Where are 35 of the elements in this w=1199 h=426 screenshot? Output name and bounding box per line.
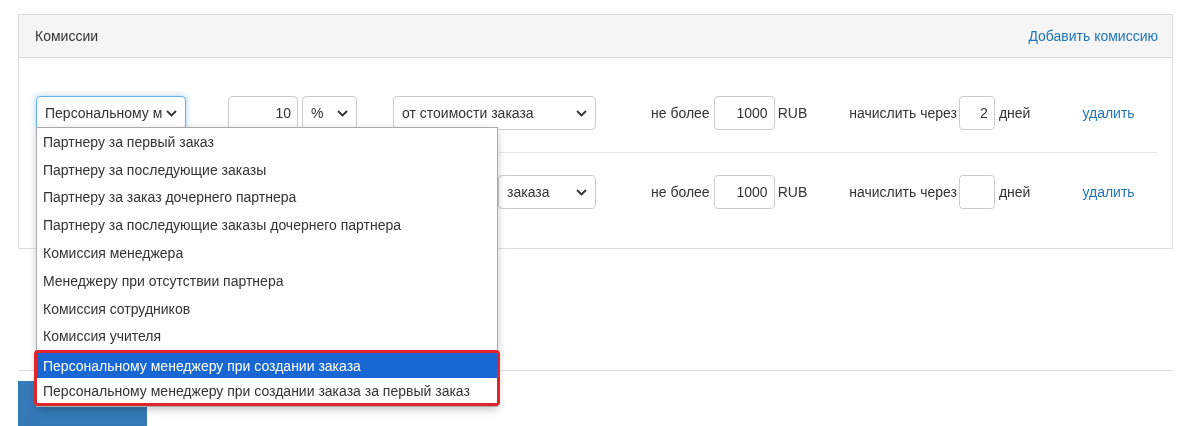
delete-link[interactable]: удалить	[1082, 105, 1135, 121]
limit-input[interactable]: 1000	[713, 175, 775, 209]
days-label: дней	[998, 184, 1031, 200]
delay-input[interactable]: 2	[958, 96, 995, 130]
dropdown-option[interactable]: Комиссия учителя	[37, 322, 497, 351]
chevron-down-icon	[576, 109, 587, 117]
dropdown-option[interactable]: Менеджеру при отсутствии партнера	[37, 267, 497, 295]
dropdown-option[interactable]: Персональному менеджеру при создании заказа	[37, 353, 497, 379]
limit-label: не более	[651, 105, 710, 121]
limit-label: не более	[651, 184, 710, 200]
currency-label: RUB	[777, 105, 808, 121]
delay-label: начислить через	[849, 105, 957, 121]
dropdown-option[interactable]: Партнеру за последующие заказы дочернего партнера	[37, 211, 497, 240]
panel-title: Комиссии	[35, 28, 99, 44]
amount-input[interactable]: 10	[228, 96, 298, 130]
dropdown-option[interactable]: Партнеру за последующие заказы	[37, 155, 497, 184]
days-label: дней	[998, 105, 1031, 121]
basis-select[interactable]: заказа	[498, 175, 596, 209]
delay-input[interactable]	[958, 175, 995, 209]
chevron-down-icon	[337, 109, 348, 117]
dropdown-option[interactable]: Партнеру за заказ дочернего партнера	[37, 183, 497, 212]
unit-select[interactable]: %	[302, 96, 357, 130]
delay-label: начислить через	[849, 184, 957, 200]
delete-link[interactable]: удалить	[1082, 184, 1135, 200]
basis-select[interactable]: от стоимости заказа	[393, 96, 596, 130]
chevron-down-icon	[166, 109, 177, 117]
commission-type-select[interactable]: Персональному м	[36, 96, 186, 130]
dropdown-option[interactable]: Комиссия менеджера	[37, 239, 497, 267]
dropdown-option[interactable]: Комиссия сотрудников	[37, 294, 497, 323]
currency-label: RUB	[777, 184, 808, 200]
add-commission-link[interactable]: Добавить комиссию	[1028, 28, 1158, 44]
chevron-down-icon	[576, 188, 587, 196]
dropdown-option[interactable]: Партнеру за первый заказ	[37, 128, 497, 156]
limit-input[interactable]: 1000	[713, 96, 775, 130]
dropdown-option[interactable]: Персональному менеджеру при создании заказа за первый заказ	[37, 378, 497, 403]
